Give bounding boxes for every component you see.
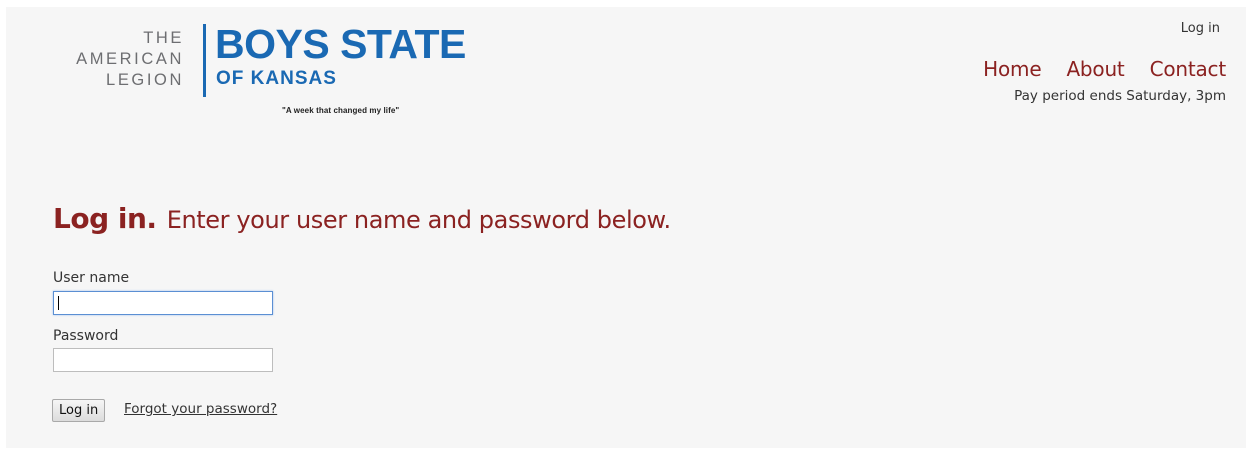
nav-link-about[interactable]: About: [1066, 57, 1124, 81]
password-field[interactable]: [53, 348, 273, 372]
legion-line: THE: [143, 29, 184, 47]
header-login-link[interactable]: Log in: [1181, 21, 1220, 36]
logo-title: BOYS STATE: [215, 21, 466, 67]
page-title-strong: Log in.: [53, 202, 157, 235]
username-field[interactable]: [53, 291, 273, 315]
legion-line: LEGION: [106, 71, 184, 89]
main-nav: Home About Contact: [958, 57, 1226, 81]
password-label: Password: [53, 328, 119, 344]
nav-link-contact[interactable]: Contact: [1150, 57, 1227, 81]
logo-divider: [203, 24, 206, 97]
page-container: THE AMERICAN LEGION BOYS STATE OF KANSAS…: [6, 7, 1246, 448]
page-title-description: Enter your user name and password below.: [166, 206, 671, 234]
logo-tagline: "A week that changed my life": [282, 106, 400, 115]
username-label: User name: [53, 270, 130, 286]
logo-subtitle: OF KANSAS: [216, 68, 337, 89]
legion-line: AMERICAN: [76, 50, 184, 68]
nav-link-home[interactable]: Home: [983, 57, 1041, 81]
nav-item-home: Home: [983, 57, 1041, 81]
american-legion-text: THE AMERICAN LEGION: [48, 28, 184, 91]
forgot-password-link[interactable]: Forgot your password?: [124, 401, 277, 417]
site-logo[interactable]: THE AMERICAN LEGION BOYS STATE OF KANSAS…: [6, 7, 526, 127]
page-title: Log in. Enter your user name and passwor…: [53, 198, 671, 236]
login-button[interactable]: Log in: [52, 399, 106, 422]
nav-item-contact: Contact: [1150, 57, 1227, 81]
nav-item-about: About: [1066, 57, 1124, 81]
text-cursor: [58, 296, 59, 310]
pay-period-notice: Pay period ends Saturday, 3pm: [1014, 88, 1226, 104]
